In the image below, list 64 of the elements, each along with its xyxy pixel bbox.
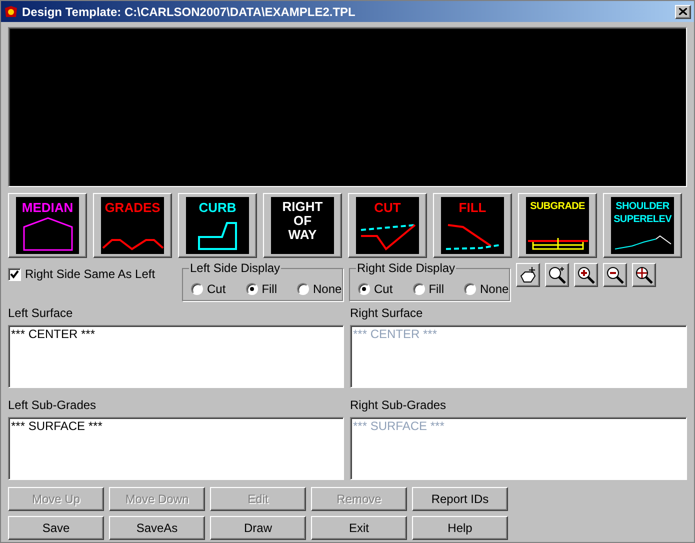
toolbar-button[interactable] bbox=[574, 263, 598, 287]
dialog-button[interactable]: Help bbox=[412, 516, 508, 540]
radio-label: None bbox=[480, 281, 509, 298]
cut-drawing bbox=[360, 223, 416, 251]
template-tile-button[interactable]: CUT bbox=[348, 193, 427, 258]
tile-label: FILL bbox=[458, 200, 486, 215]
radio-button[interactable] bbox=[464, 283, 476, 295]
close-icon bbox=[679, 8, 687, 15]
tile-label: GRADES bbox=[104, 200, 160, 215]
radio-button[interactable] bbox=[246, 283, 258, 295]
group-title: Right Side Display bbox=[356, 261, 456, 275]
dialog-button[interactable]: Save bbox=[8, 516, 104, 540]
radio-button[interactable] bbox=[191, 283, 203, 295]
curb-drawing bbox=[196, 221, 238, 251]
dialog-button[interactable]: Report IDs bbox=[412, 487, 508, 511]
checkbox-label: Right Side Same As Left bbox=[25, 266, 156, 283]
group-title: Left Side Display bbox=[189, 261, 282, 275]
radio-button[interactable] bbox=[358, 283, 370, 295]
template-tile-button[interactable]: RIGHT OF WAY bbox=[263, 193, 342, 258]
shoulder-drawing bbox=[614, 235, 672, 251]
dialog-button[interactable]: SaveAs bbox=[109, 516, 205, 540]
subgrade-drawing bbox=[526, 237, 588, 251]
radio-label: Cut bbox=[374, 281, 393, 298]
list-label: Left Sub-Grades bbox=[8, 397, 98, 414]
zoom-extents-icon bbox=[635, 266, 653, 284]
check-icon bbox=[10, 270, 19, 278]
zoom-out-icon bbox=[606, 266, 624, 284]
template-tile-button[interactable]: CURB bbox=[178, 193, 257, 258]
template-tile-button[interactable]: SUBGRADE bbox=[518, 193, 597, 258]
list-label: Right Surface bbox=[350, 305, 424, 322]
fill-drawing bbox=[444, 223, 500, 251]
toolbar-button[interactable] bbox=[516, 263, 540, 287]
template-tile-button[interactable]: FILL bbox=[433, 193, 512, 258]
radio-label: None bbox=[313, 281, 342, 298]
toolbar-button[interactable] bbox=[632, 263, 656, 287]
tile-label: CURB bbox=[198, 200, 236, 215]
close-button[interactable] bbox=[675, 4, 691, 18]
template-tile-button[interactable]: SHOULDER SUPERELEV bbox=[603, 193, 682, 258]
app-icon bbox=[4, 4, 18, 18]
tile-label: MEDIAN bbox=[22, 200, 74, 215]
tile-label: SUBGRADE bbox=[530, 200, 585, 213]
radio-label: Cut bbox=[207, 281, 226, 298]
radio-label: Fill bbox=[428, 281, 444, 298]
list-label: Left Surface bbox=[8, 305, 74, 322]
template-tile-button[interactable]: GRADES bbox=[93, 193, 172, 258]
radio-button[interactable] bbox=[297, 283, 310, 295]
radio-button[interactable] bbox=[412, 283, 425, 295]
list-item[interactable]: *** CENTER *** bbox=[11, 327, 341, 341]
median-drawing bbox=[22, 217, 74, 251]
tile-label: SHOULDER SUPERELEV bbox=[612, 200, 673, 226]
toolbar-button[interactable] bbox=[603, 263, 627, 287]
template-tile-button[interactable]: MEDIAN bbox=[8, 193, 87, 258]
tile-label: CUT bbox=[374, 200, 401, 215]
list-item[interactable]: *** SURFACE *** bbox=[11, 419, 341, 433]
toolbar-button[interactable] bbox=[545, 263, 569, 287]
dialog-button[interactable]: Draw bbox=[210, 516, 306, 540]
list-label: Right Sub-Grades bbox=[350, 397, 448, 414]
zoom-in-icon bbox=[577, 266, 595, 284]
dialog-button[interactable]: Exit bbox=[311, 516, 407, 540]
window-title: Design Template: C:\CARLSON2007\DATA\EXAMPLE2.TPL bbox=[22, 4, 356, 20]
radio-label: Fill bbox=[262, 281, 278, 298]
tile-label: RIGHT OF WAY bbox=[281, 200, 324, 242]
checkbox[interactable] bbox=[8, 268, 21, 280]
zoom-icon bbox=[548, 266, 566, 284]
